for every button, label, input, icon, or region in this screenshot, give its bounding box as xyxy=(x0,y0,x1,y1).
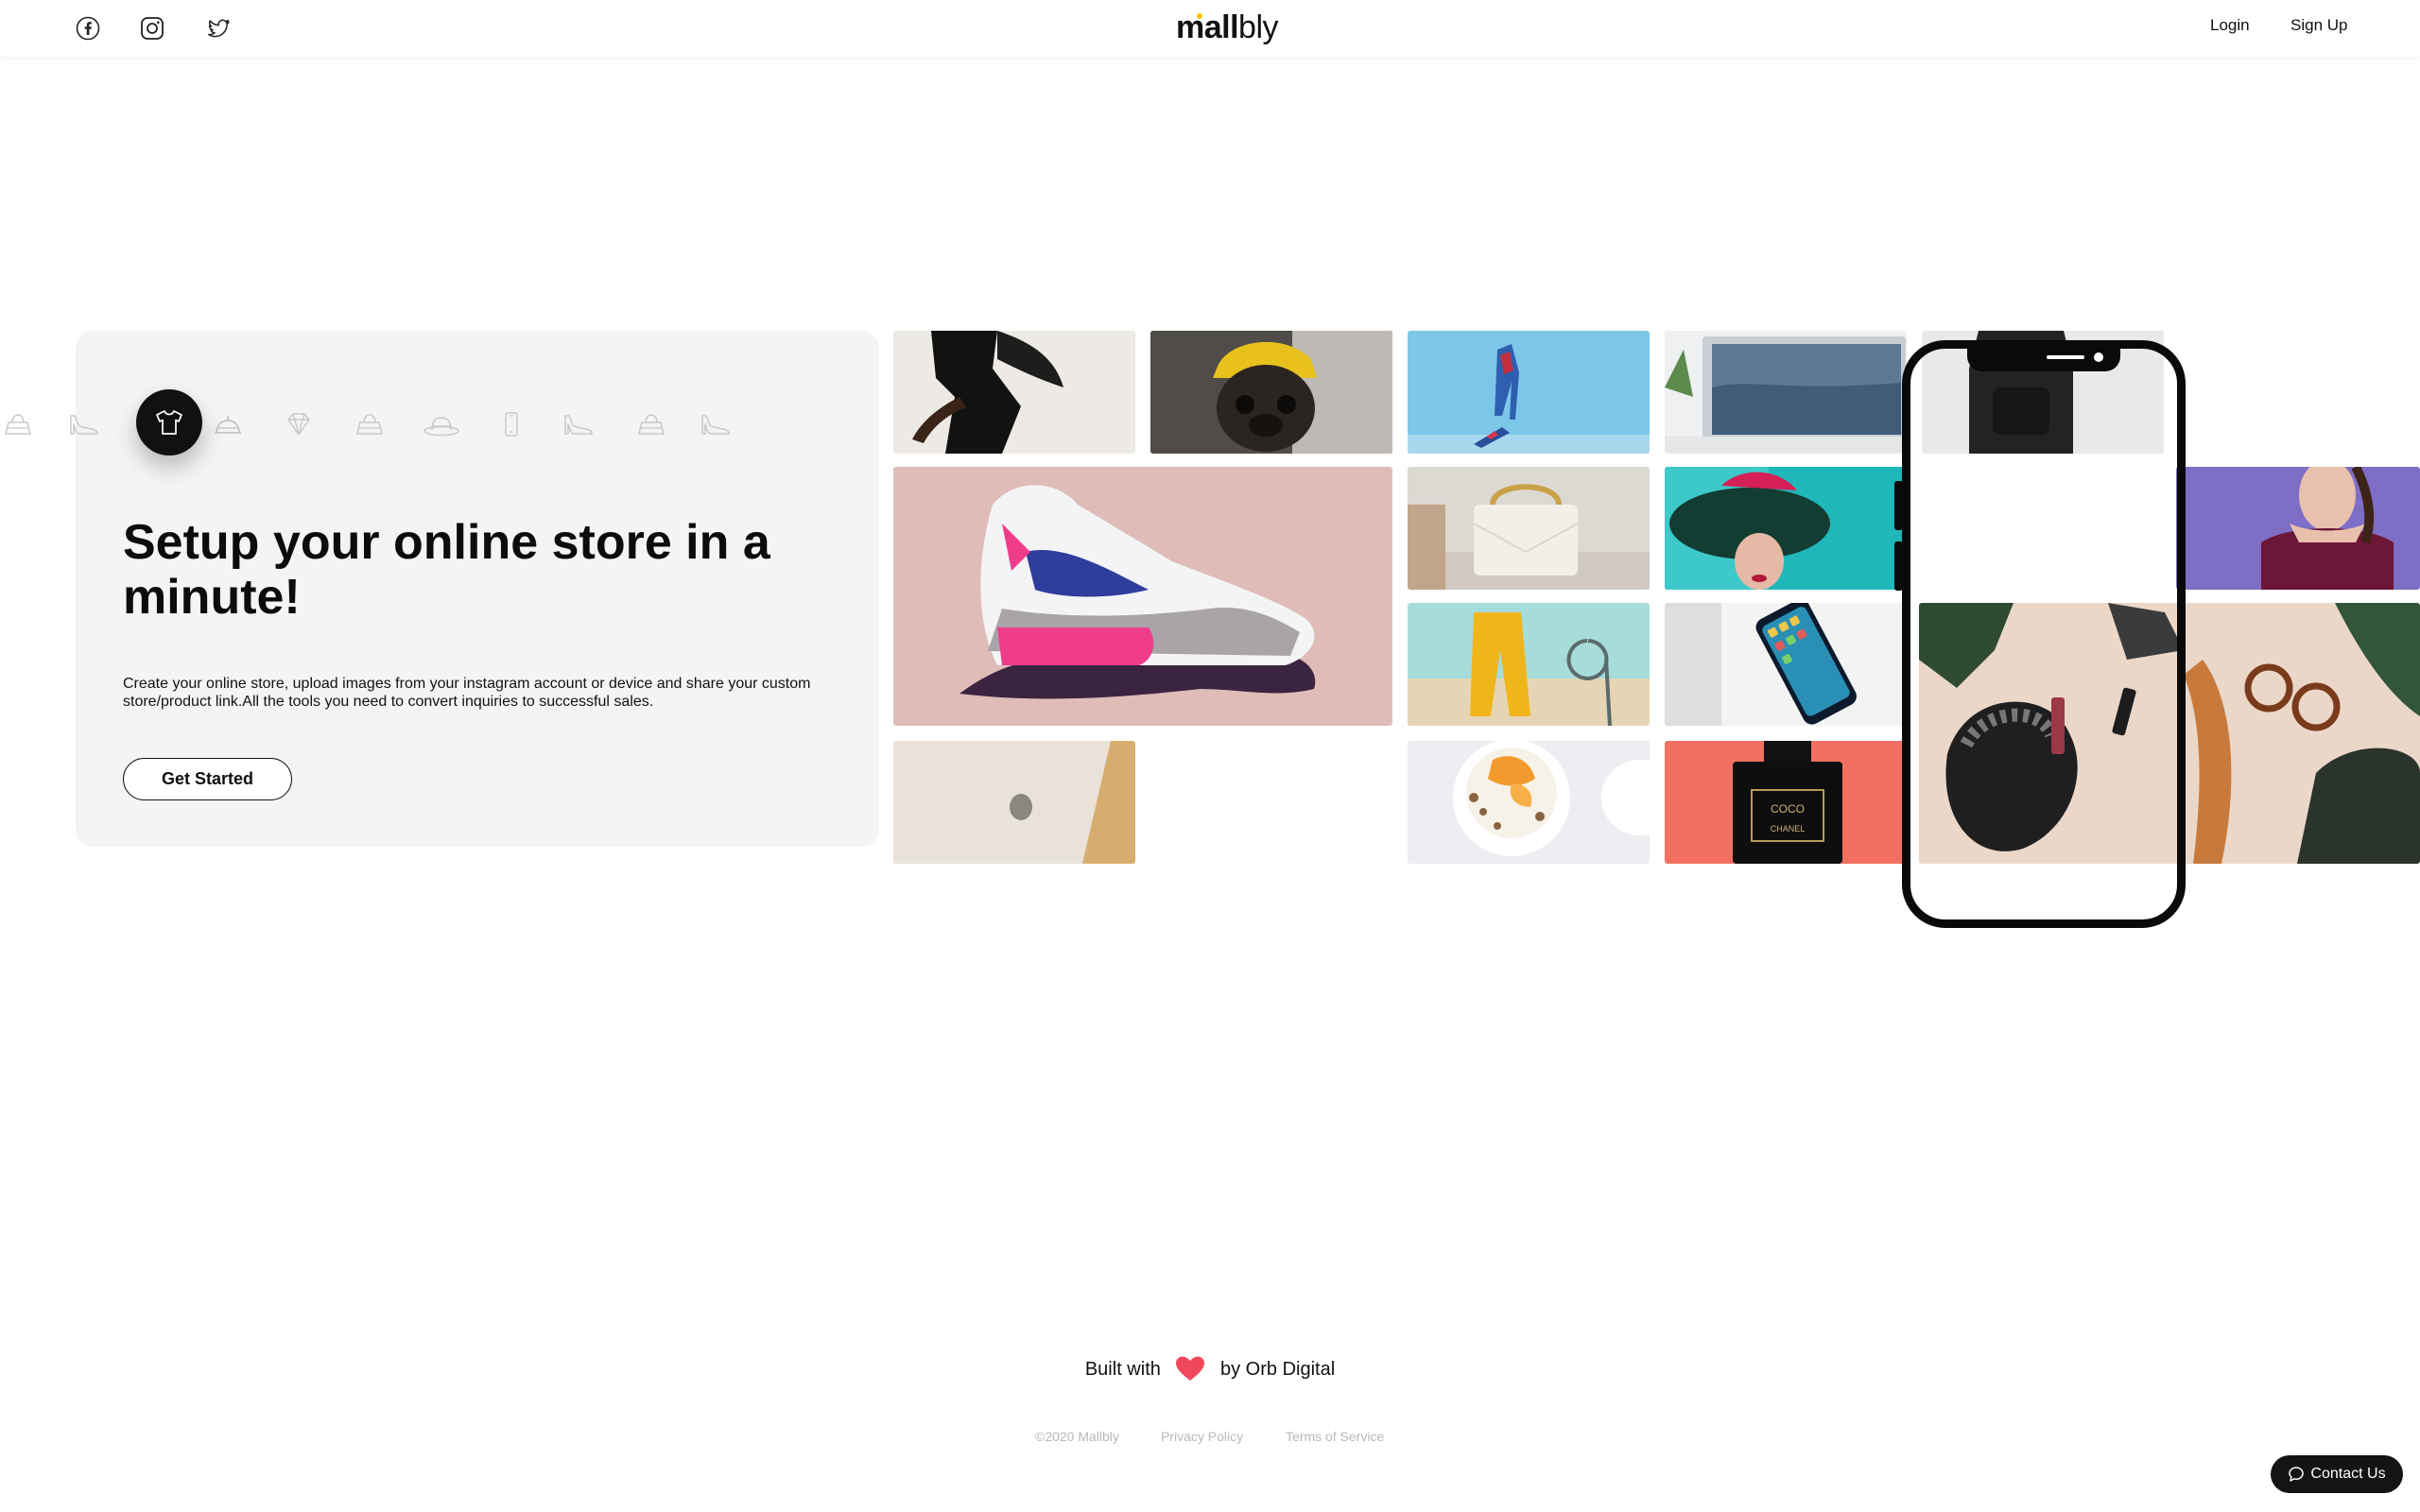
chat-bubble-icon xyxy=(2289,1467,2305,1482)
phone-volume-button xyxy=(1894,481,1903,530)
phone-icon[interactable] xyxy=(495,408,527,440)
cake-icon[interactable] xyxy=(212,408,244,440)
photo-woman-green-hat xyxy=(1665,467,1907,590)
phone-notch xyxy=(1967,347,2120,371)
twitter-icon[interactable] xyxy=(204,14,233,43)
category-icon-strip xyxy=(0,389,879,455)
built-with-suffix[interactable]: by Orb Digital xyxy=(1220,1359,1335,1380)
contact-us-label: Contact Us xyxy=(2310,1466,2386,1482)
top-navbar: mallbly Login Sign Up xyxy=(0,0,2420,57)
heart-icon xyxy=(1176,1356,1205,1381)
photo-woman-purple-top xyxy=(2176,467,2420,590)
heel-shoe-icon[interactable] xyxy=(68,408,100,440)
instagram-icon[interactable] xyxy=(138,14,166,43)
hero-title: Setup your online store in a minute! xyxy=(123,515,770,625)
contact-us-button[interactable]: Contact Us xyxy=(2271,1455,2403,1493)
built-with-credit: Built with by Orb Digital xyxy=(0,1355,2420,1382)
brand-logo[interactable]: mallbly xyxy=(1176,9,1279,46)
svg-text:CHANEL: CHANEL xyxy=(1771,824,1806,833)
photo-black-dress xyxy=(893,331,1135,454)
photo-pug-yellow-hat xyxy=(1150,331,1392,454)
built-with-prefix: Built with xyxy=(1084,1359,1161,1380)
handbag-icon[interactable] xyxy=(635,408,667,440)
photo-pink-sneaker xyxy=(893,467,1392,726)
phone-speaker xyxy=(2047,355,2084,359)
tshirt-icon[interactable] xyxy=(136,389,202,455)
login-link[interactable]: Login xyxy=(2210,16,2250,35)
phone-camera xyxy=(2094,352,2103,362)
photo-fruit-bowl xyxy=(1408,741,1650,864)
logo-accent-dot xyxy=(1197,13,1202,19)
photo-yellow-pants xyxy=(1408,603,1650,726)
hero-description: Create your online store, upload images … xyxy=(123,676,811,710)
facebook-icon[interactable] xyxy=(74,14,102,43)
logo-text-light: bly xyxy=(1238,9,1279,45)
phone-volume-button xyxy=(1894,541,1903,591)
svg-text:COCO: COCO xyxy=(1771,802,1805,816)
handbag-icon[interactable] xyxy=(354,408,386,440)
diamond-icon[interactable] xyxy=(283,408,315,440)
terms-of-service-link[interactable]: Terms of Service xyxy=(1286,1429,1384,1444)
photo-iphone-on-desk xyxy=(1665,603,1907,726)
photo-floral-heels xyxy=(1408,331,1650,454)
heel-shoe-icon[interactable] xyxy=(700,408,732,440)
privacy-policy-link[interactable]: Privacy Policy xyxy=(1161,1429,1243,1444)
hat-icon[interactable] xyxy=(423,408,460,440)
photo-macbook-gold xyxy=(893,741,1135,864)
logo-text-bold: mall xyxy=(1176,9,1239,45)
copyright-text: ©2020 Mallbly xyxy=(1035,1429,1119,1444)
photo-perfume-bottle: COCO CHANEL xyxy=(1665,741,1907,864)
phone-frame xyxy=(1894,340,2186,928)
photo-laptop-desk xyxy=(1665,331,1907,454)
heel-shoe-icon[interactable] xyxy=(562,408,595,440)
signup-link[interactable]: Sign Up xyxy=(2290,16,2347,35)
handbag-icon[interactable] xyxy=(2,408,34,440)
photo-white-handbag xyxy=(1408,467,1650,590)
get-started-button[interactable]: Get Started xyxy=(123,758,292,800)
